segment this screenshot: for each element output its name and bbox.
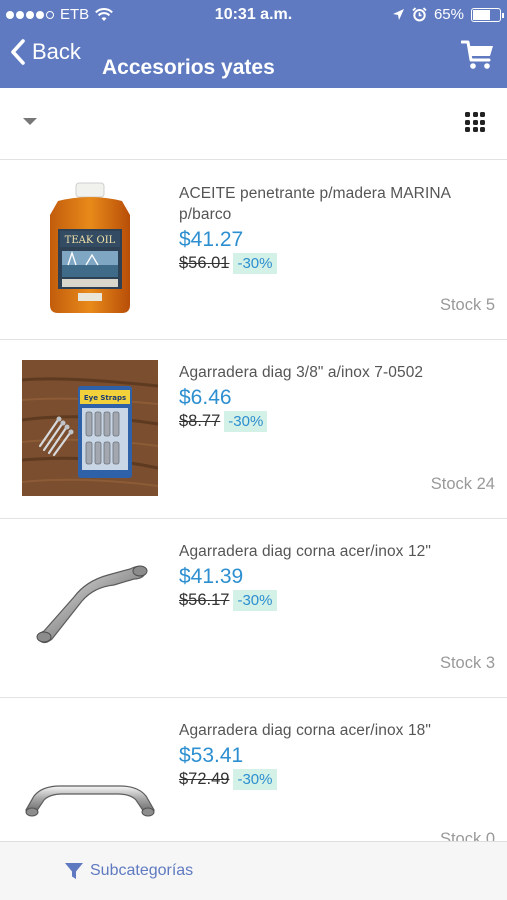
teak-oil-bottle-image: TEAK OIL	[22, 181, 158, 317]
stock-count: Stock 0	[439, 830, 495, 841]
price-line: $56.01 -30%	[179, 253, 495, 274]
back-button[interactable]: Back	[10, 38, 81, 66]
location-arrow-icon	[392, 9, 404, 20]
alarm-clock-icon	[412, 7, 427, 22]
product-row[interactable]: Eye Straps Agarradera diag 3/8" a/inox 7…	[0, 340, 507, 519]
steel-handle-diagonal-image	[22, 539, 158, 675]
back-label: Back	[32, 39, 81, 64]
product-info: Agarradera diag corna acer/inox 18" $53.…	[179, 720, 495, 790]
navigation-bar: Back Accesorios yates	[0, 30, 507, 88]
stock-count: Stock 3	[439, 654, 495, 672]
eye-straps-pack-image: Eye Straps	[22, 360, 158, 496]
product-name[interactable]: Agarradera diag 3/8" a/inox 7-0502	[179, 362, 495, 383]
caret-down-icon[interactable]	[23, 118, 37, 125]
stock-count: Stock 5	[439, 296, 495, 314]
original-price: $56.17	[179, 591, 230, 609]
price-line: $8.77 -30%	[179, 411, 495, 432]
grid-view-icon[interactable]	[465, 112, 485, 132]
svg-text:Eye Straps: Eye Straps	[84, 394, 126, 402]
product-price: $41.27	[179, 228, 244, 251]
svg-text:TEAK OIL: TEAK OIL	[65, 235, 116, 246]
product-name[interactable]: ACEITE penetrante p/madera MARINA p/barc…	[179, 183, 495, 225]
chevron-left-icon	[11, 39, 25, 65]
discount-badge: -30%	[233, 590, 277, 611]
cart-button[interactable]	[460, 38, 495, 77]
original-price: $56.01	[179, 254, 230, 272]
steel-handle-horizontal-image	[22, 718, 158, 841]
product-row[interactable]: Agarradera diag corna acer/inox 12" $41.…	[0, 519, 507, 698]
original-price: $8.77	[179, 412, 221, 430]
product-price: $6.46	[179, 386, 232, 409]
discount-badge: -30%	[233, 769, 277, 790]
subcategories-label: Subcategorías	[90, 862, 194, 879]
status-bar: ETB 10:31 a.m. 65%	[0, 0, 507, 30]
product-name[interactable]: Agarradera diag corna acer/inox 18"	[179, 720, 495, 741]
product-row[interactable]: TEAK OIL ACEITE penetrante p/madera MARI…	[0, 161, 507, 340]
product-info: Agarradera diag 3/8" a/inox 7-0502 $6.46…	[179, 362, 495, 432]
page-title: Accesorios yates	[102, 56, 275, 79]
discount-badge: -30%	[233, 253, 277, 274]
price-line: $72.49 -30%	[179, 769, 495, 790]
filter-funnel-icon	[65, 863, 83, 879]
product-name[interactable]: Agarradera diag corna acer/inox 12"	[179, 541, 495, 562]
bottom-bar: Subcategorías	[0, 841, 507, 900]
status-right: 65%	[392, 6, 504, 23]
stock-count: Stock 24	[430, 475, 495, 493]
subcategories-button[interactable]: Subcategorías	[64, 861, 193, 881]
product-row[interactable]: Agarradera diag corna acer/inox 18" $53.…	[0, 698, 507, 841]
product-price: $41.39	[179, 565, 244, 588]
product-price: $53.41	[179, 744, 244, 767]
price-line: $56.17 -30%	[179, 590, 495, 611]
original-price: $72.49	[179, 770, 230, 788]
battery-icon	[471, 7, 504, 22]
list-toolbar	[0, 88, 507, 160]
discount-badge: -30%	[224, 411, 268, 432]
battery-level	[473, 9, 490, 20]
product-info: Agarradera diag corna acer/inox 12" $41.…	[179, 541, 495, 611]
product-info: ACEITE penetrante p/madera MARINA p/barc…	[179, 183, 495, 274]
cart-icon	[460, 40, 493, 69]
battery-percent: 65%	[433, 6, 464, 23]
product-list: TEAK OIL ACEITE penetrante p/madera MARI…	[0, 161, 507, 841]
